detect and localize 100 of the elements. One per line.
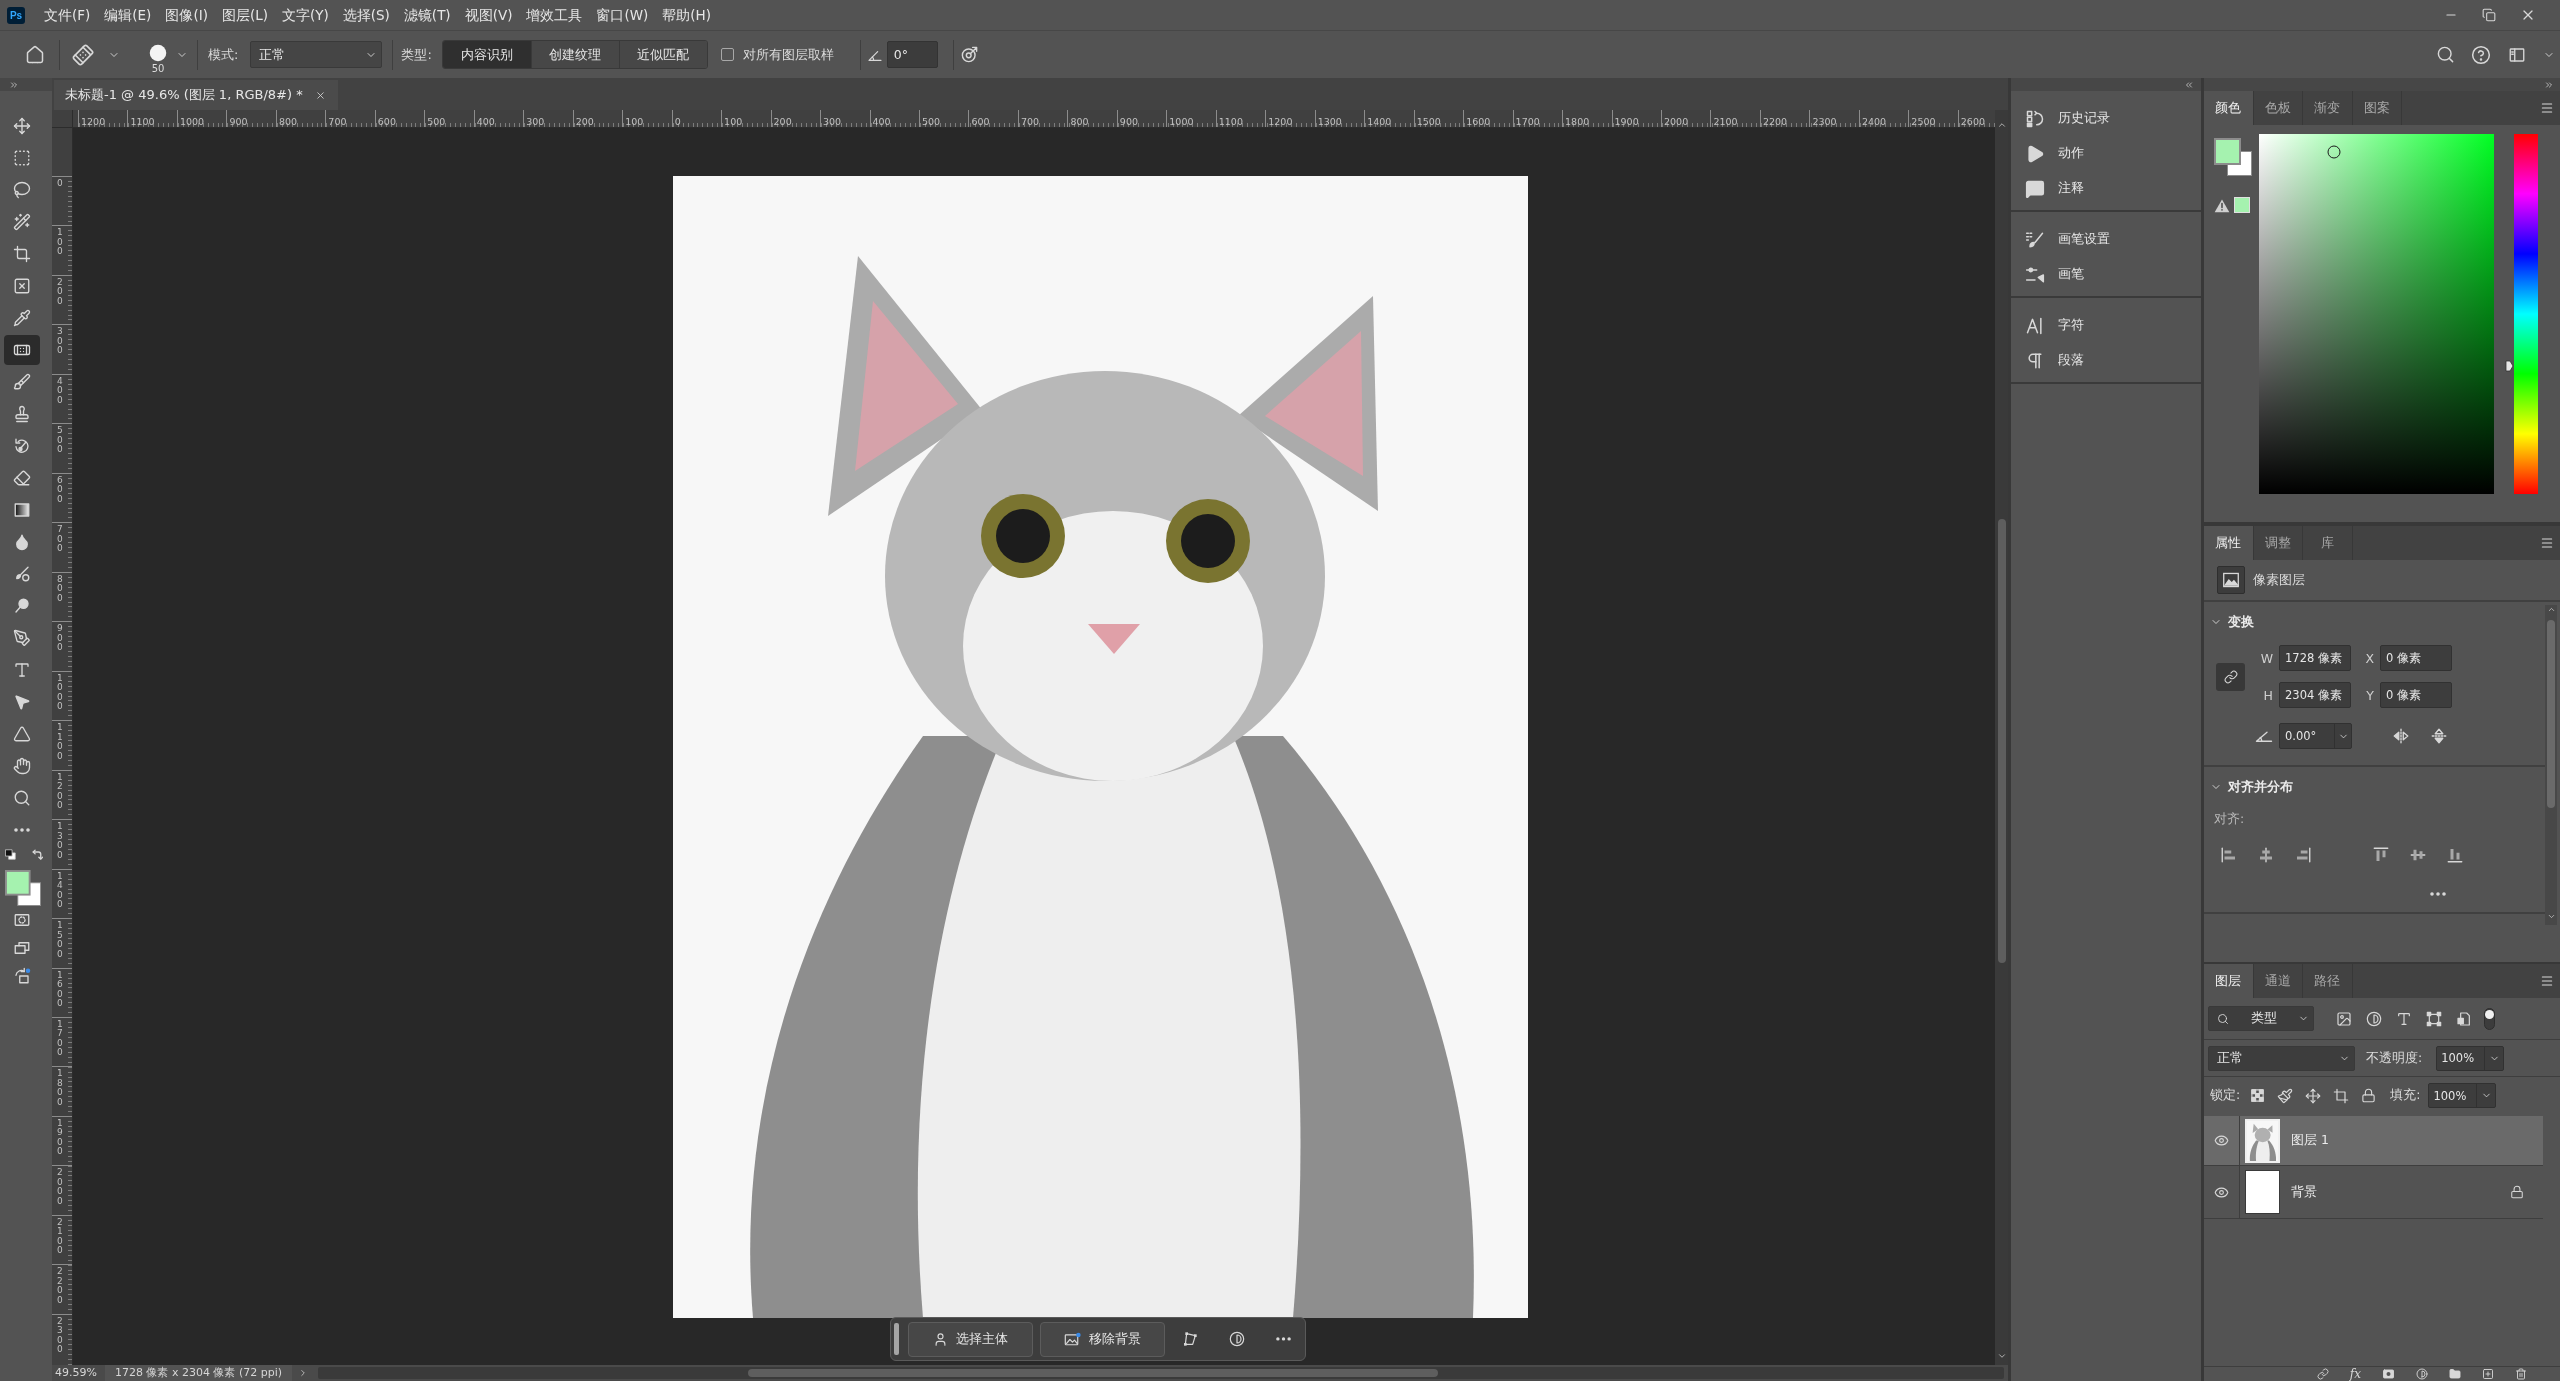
segment-button[interactable]: 创建纹理 [530, 41, 619, 68]
value-field[interactable]: 2304 像素 [2279, 682, 2351, 708]
task-button[interactable]: 选择主体 [908, 1321, 1033, 1357]
transform-box-icon[interactable] [2426, 1010, 2442, 1027]
panel-tab[interactable]: 图案 [2352, 91, 2402, 125]
panel-button[interactable]: 段落 [2011, 343, 2201, 378]
eye-icon[interactable] [2214, 1184, 2229, 1200]
panel-button[interactable]: 历史记录 [2011, 101, 2201, 136]
link-icon[interactable] [2316, 1368, 2329, 1380]
panel-tab[interactable]: 调整 [2253, 526, 2303, 560]
contrast-icon[interactable] [1229, 1331, 1245, 1347]
align-center-icon[interactable] [2257, 846, 2275, 864]
close-icon[interactable] [314, 89, 326, 101]
filter-toggle[interactable] [2484, 1007, 2495, 1030]
effects-button[interactable]: fx [2349, 1367, 2361, 1381]
transform-icon[interactable] [1182, 1331, 1198, 1347]
document-tab[interactable]: 未标题-1 @ 49.6% (图层 1, RGB/8#) * [54, 80, 338, 110]
eye-icon[interactable] [2214, 1133, 2229, 1148]
panel-button[interactable]: 字符 [2011, 308, 2201, 343]
pressure-icon[interactable] [959, 45, 979, 64]
blend-mode-dropdown[interactable]: 正常 [2208, 1045, 2355, 1071]
section-header[interactable]: 变换 [2204, 602, 2545, 642]
filter-dropdown[interactable]: 类型 [2208, 1006, 2314, 1031]
mask-icon[interactable] [2382, 1368, 2395, 1380]
align-right-icon[interactable] [2294, 846, 2312, 864]
expand-icon[interactable] [9, 79, 19, 90]
menu-icon[interactable] [2540, 101, 2554, 115]
opacity-field[interactable]: 100% [2436, 1045, 2505, 1071]
type-icon[interactable] [2396, 1010, 2412, 1027]
contrast-icon[interactable] [2416, 1368, 2428, 1380]
menu-item[interactable]: 文件(F) [37, 4, 98, 26]
panel-tab[interactable]: 属性 [2204, 526, 2254, 560]
panel-tab[interactable]: 渐变 [2303, 91, 2353, 125]
more-icon[interactable] [1276, 1337, 1291, 1341]
slider-thumb[interactable] [2505, 359, 2514, 372]
smart-object-icon[interactable] [2456, 1010, 2472, 1027]
new-layer-icon[interactable] [2482, 1368, 2494, 1380]
contrast-icon[interactable] [2366, 1010, 2382, 1027]
image-icon[interactable] [2336, 1010, 2352, 1027]
default-colors-icon[interactable] [5, 849, 16, 860]
horizontal-scrollbar[interactable] [318, 1367, 2004, 1379]
link-button[interactable] [2216, 662, 2245, 691]
lock-icon[interactable] [2361, 1088, 2377, 1103]
panel-tab[interactable]: 色板 [2253, 91, 2303, 125]
restore-icon[interactable] [2482, 8, 2496, 22]
lock-pixels-icon[interactable] [2250, 1088, 2266, 1103]
collapse-icon[interactable] [2184, 79, 2194, 90]
color-swatches-icon[interactable] [5, 870, 41, 906]
panel-tab[interactable]: 库 [2303, 526, 2353, 560]
folder-icon[interactable] [2449, 1368, 2461, 1380]
panel-button[interactable]: 动作 [2011, 136, 2201, 171]
color-swatches-icon[interactable] [2214, 138, 2252, 176]
fill-field[interactable]: 100% [2428, 1083, 2497, 1108]
menu-item[interactable]: 图像(I) [158, 4, 215, 26]
expand-icon[interactable] [2544, 79, 2554, 90]
panel-button[interactable]: 画笔设置 [2011, 222, 2201, 257]
panel-button[interactable]: 画笔 [2011, 257, 2201, 292]
brush-icon[interactable] [2277, 1087, 2294, 1104]
angle-field[interactable]: 0.00° [2279, 723, 2352, 749]
trash-icon[interactable] [2515, 1368, 2527, 1380]
menu-icon[interactable] [2540, 974, 2554, 988]
scrollbar-thumb[interactable] [748, 1369, 1439, 1377]
section-header[interactable]: 对齐并分布 [2204, 767, 2545, 807]
align-bottom-icon[interactable] [2446, 846, 2464, 864]
hue-slider[interactable] [2505, 134, 2538, 494]
gamut-swatch[interactable] [2234, 197, 2250, 213]
panel-button[interactable]: 注释 [2011, 171, 2201, 206]
menu-item[interactable]: 图层(L) [214, 4, 275, 26]
more-icon[interactable] [2430, 892, 2446, 896]
tool-button[interactable] [4, 335, 40, 365]
brush-tip-icon[interactable] [149, 43, 167, 62]
menu-item[interactable]: 窗口(W) [589, 4, 656, 26]
layer-row[interactable]: 图层 1 [2204, 1116, 2543, 1166]
panel-tab[interactable]: 路径 [2303, 964, 2353, 998]
menu-item[interactable]: 文字(Y) [274, 4, 336, 26]
menu-item[interactable]: 视图(V) [457, 4, 520, 26]
drag-handle[interactable] [894, 1323, 899, 1355]
checkbox[interactable] [720, 48, 734, 61]
move-icon[interactable] [2305, 1087, 2322, 1104]
help-icon[interactable] [2471, 44, 2491, 65]
segment-button[interactable]: 近似匹配 [618, 41, 707, 68]
layer-row[interactable]: 背景 [2204, 1166, 2543, 1219]
task-button[interactable]: 移除背景 [1040, 1321, 1165, 1357]
artboard-icon[interactable] [2333, 1087, 2350, 1104]
panel-tab[interactable]: 图层 [2204, 964, 2254, 998]
mode-dropdown[interactable]: 正常 [250, 41, 383, 68]
value-field[interactable]: 0 像素 [2380, 682, 2452, 708]
menu-item[interactable]: 增效工具 [519, 4, 590, 26]
color-field[interactable] [2259, 134, 2494, 494]
align-top-icon[interactable] [2372, 846, 2390, 864]
swap-colors-icon[interactable] [31, 849, 43, 861]
value-field[interactable]: 1728 像素 [2279, 645, 2351, 671]
scrollbar-thumb[interactable] [1997, 519, 2006, 963]
menu-item[interactable]: 滤镜(T) [396, 4, 458, 26]
vertical-scrollbar[interactable] [2545, 605, 2557, 925]
menu-item[interactable]: 选择(S) [335, 4, 397, 26]
workspace-icon[interactable] [2507, 45, 2527, 64]
menu-icon[interactable] [2540, 536, 2554, 550]
menu-item[interactable]: 编辑(E) [97, 4, 159, 26]
scrollbar-thumb[interactable] [2547, 620, 2555, 808]
